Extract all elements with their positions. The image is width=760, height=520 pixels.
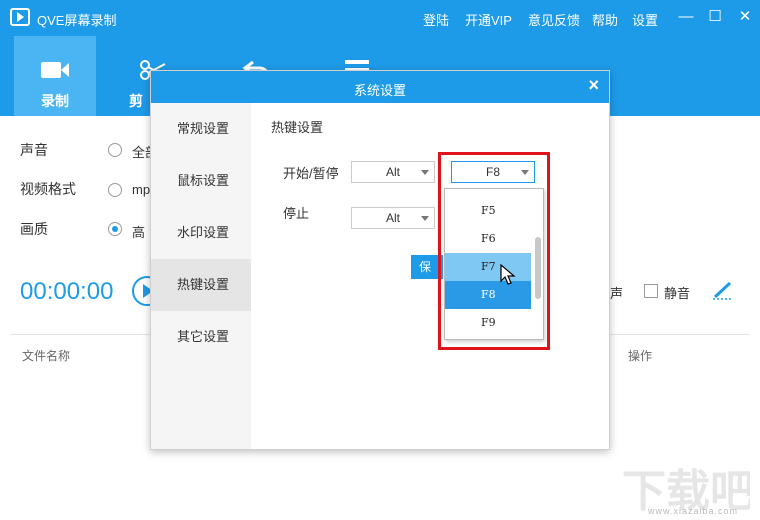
- dialog-title: 系统设置: [353, 83, 406, 98]
- tab-hotkey[interactable]: 热键设置: [151, 259, 251, 311]
- dialog-header: 系统设置 ×: [151, 71, 609, 103]
- hotkey-heading: 热键设置: [271, 120, 324, 135]
- chevron-down-icon: [421, 170, 429, 175]
- key-dropdown-list[interactable]: F5 F6 F7 F8 F9: [444, 188, 544, 340]
- dialog-close-icon[interactable]: ×: [588, 75, 599, 96]
- chevron-down-icon: [421, 216, 429, 221]
- start-modifier-value: Alt: [385, 165, 400, 179]
- tab-other[interactable]: 其它设置: [151, 311, 251, 363]
- dropdown-option-f8[interactable]: F8: [445, 281, 531, 309]
- dropdown-scrollbar[interactable]: [535, 237, 541, 299]
- tab-general[interactable]: 常规设置: [151, 103, 251, 155]
- dropdown-option-f5[interactable]: F5: [445, 197, 531, 225]
- dialog-sidebar: 常规设置 鼠标设置 水印设置 热键设置 其它设置: [151, 103, 251, 449]
- mouse-cursor-icon: [500, 264, 516, 285]
- stop-modifier-value: Alt: [385, 211, 400, 225]
- start-pause-label: 开始/暂停: [283, 166, 339, 181]
- stop-modifier-select[interactable]: Alt: [351, 207, 435, 229]
- tab-watermark[interactable]: 水印设置: [151, 207, 251, 259]
- start-modifier-select[interactable]: Alt: [351, 161, 435, 183]
- start-key-value: F8: [485, 165, 500, 179]
- dropdown-option-f6[interactable]: F6: [445, 225, 531, 253]
- dropdown-option-f9[interactable]: F9: [445, 309, 531, 337]
- start-key-select[interactable]: F8: [451, 161, 535, 183]
- save-button[interactable]: 保: [411, 255, 443, 279]
- tab-mouse[interactable]: 鼠标设置: [151, 155, 251, 207]
- stop-label: 停止: [283, 206, 310, 221]
- chevron-down-icon: [521, 170, 529, 175]
- dropdown-option-f7[interactable]: F7: [445, 253, 531, 281]
